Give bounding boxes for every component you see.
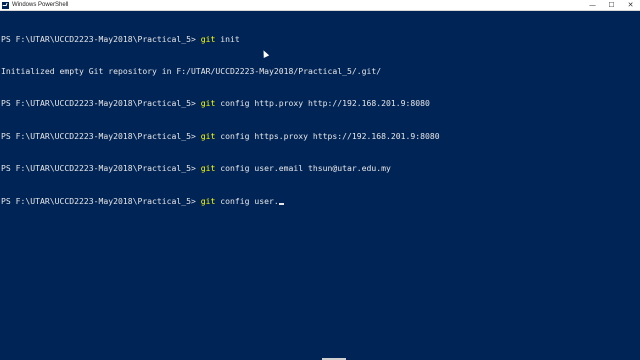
command-keyword: git: [200, 33, 216, 44]
window-title: Windows PowerShell: [12, 2, 69, 8]
console-line: PS F:\UTAR\UCCD2223-May2018\Practical_5>…: [1, 34, 639, 45]
console-line: PS F:\UTAR\UCCD2223-May2018\Practical_5>…: [1, 98, 639, 109]
command-args: config https.proxy https://192.168.201.9…: [215, 130, 440, 141]
console-line-current[interactable]: PS F:\UTAR\UCCD2223-May2018\Practical_5>…: [1, 196, 639, 207]
command-keyword: git: [200, 163, 216, 174]
maximize-icon[interactable]: ☐: [602, 0, 621, 11]
command-output: Initialized empty Git repository in F:/U…: [1, 65, 382, 76]
command-keyword: git: [200, 98, 216, 109]
prompt: PS F:\UTAR\UCCD2223-May2018\Practical_5>: [1, 98, 201, 109]
command-args: init: [215, 33, 240, 44]
console-line: Initialized empty Git repository in F:/U…: [1, 66, 639, 77]
command-args: config http.proxy http://192.168.201.9:8…: [215, 98, 430, 109]
console-line: PS F:\UTAR\UCCD2223-May2018\Practical_5>…: [1, 131, 639, 142]
title-bar[interactable]: Windows PowerShell — ☐ ✕: [0, 0, 640, 11]
close-icon[interactable]: ✕: [621, 0, 640, 11]
powershell-window: Windows PowerShell — ☐ ✕ PS F:\UTAR\UCCD…: [0, 0, 640, 360]
command-keyword: git: [200, 130, 216, 141]
window-controls: — ☐ ✕: [583, 0, 640, 11]
prompt: PS F:\UTAR\UCCD2223-May2018\Practical_5>: [1, 33, 201, 44]
command-args: config user.: [215, 195, 279, 206]
prompt: PS F:\UTAR\UCCD2223-May2018\Practical_5>: [1, 130, 201, 141]
command-args: config user.email thsun@utar.edu.my: [215, 163, 391, 174]
minimize-icon[interactable]: —: [583, 0, 602, 11]
console-line: PS F:\UTAR\UCCD2223-May2018\Practical_5>…: [1, 163, 639, 174]
console-output[interactable]: PS F:\UTAR\UCCD2223-May2018\Practical_5>…: [1, 12, 639, 228]
command-keyword: git: [200, 195, 216, 206]
text-cursor: [278, 202, 284, 205]
prompt: PS F:\UTAR\UCCD2223-May2018\Practical_5>: [1, 163, 201, 174]
powershell-icon: [2, 1, 9, 9]
prompt: PS F:\UTAR\UCCD2223-May2018\Practical_5>: [1, 195, 201, 206]
